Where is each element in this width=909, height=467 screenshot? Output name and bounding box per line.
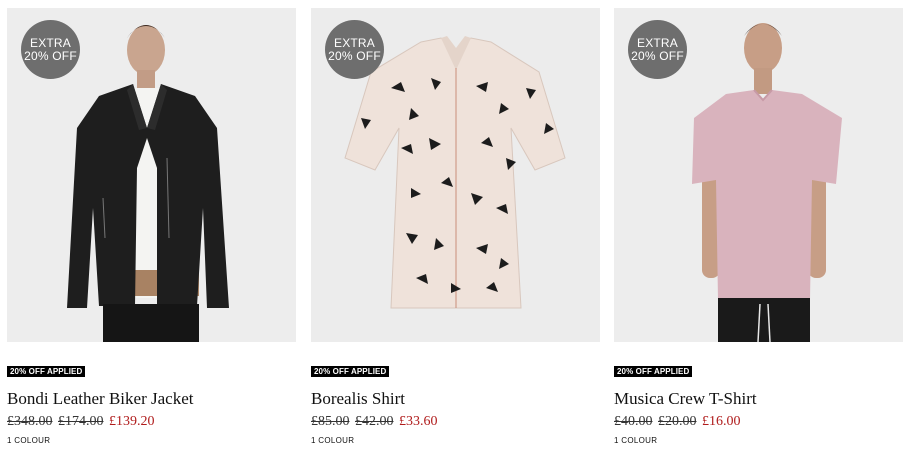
- original-price: £40.00: [614, 414, 653, 429]
- sale-price: £33.60: [399, 414, 438, 429]
- product-card[interactable]: EXTRA 20% OFF 20% OFF APPLIED Borealis S…: [311, 8, 600, 445]
- price-row: £348.00 £174.00 £139.20: [7, 414, 155, 430]
- badge-line-2: 20% OFF: [328, 48, 381, 63]
- previous-price: £20.00: [658, 414, 697, 429]
- price-row: £40.00 £20.00 £16.00: [614, 414, 741, 430]
- badge-line-1: EXTRA: [636, 35, 678, 50]
- badge-line-1: EXTRA: [29, 35, 71, 50]
- extra-discount-badge: EXTRA 20% OFF: [628, 20, 687, 79]
- colour-count: 1 COLOUR: [311, 436, 355, 445]
- product-image[interactable]: EXTRA 20% OFF: [311, 8, 600, 342]
- discount-applied-tag: 20% OFF APPLIED: [7, 366, 86, 377]
- previous-price: £42.00: [355, 414, 394, 429]
- discount-applied-tag: 20% OFF APPLIED: [311, 366, 390, 377]
- product-name[interactable]: Bondi Leather Biker Jacket: [7, 389, 193, 409]
- product-image[interactable]: EXTRA 20% OFF: [7, 8, 296, 342]
- extra-discount-badge: EXTRA 20% OFF: [21, 20, 80, 79]
- colour-count: 1 COLOUR: [614, 436, 658, 445]
- discount-applied-tag: 20% OFF APPLIED: [614, 366, 693, 377]
- product-card[interactable]: EXTRA 20% OFF 20% OFF APPLIED Bondi Leat…: [7, 8, 296, 445]
- original-price: £85.00: [311, 414, 350, 429]
- extra-discount-badge: EXTRA 20% OFF: [325, 20, 384, 79]
- product-image[interactable]: EXTRA 20% OFF: [614, 8, 903, 342]
- product-name[interactable]: Borealis Shirt: [311, 389, 405, 409]
- original-price: £348.00: [7, 414, 53, 429]
- badge-line-2: 20% OFF: [631, 48, 684, 63]
- colour-count: 1 COLOUR: [7, 436, 51, 445]
- price-row: £85.00 £42.00 £33.60: [311, 414, 438, 430]
- product-name[interactable]: Musica Crew T-Shirt: [614, 389, 757, 409]
- badge-line-2: 20% OFF: [24, 48, 77, 63]
- badge-line-1: EXTRA: [333, 35, 375, 50]
- sale-price: £139.20: [109, 414, 155, 429]
- sale-price: £16.00: [702, 414, 741, 429]
- product-card[interactable]: EXTRA 20% OFF 20% OFF APPLIED Musica Cre…: [614, 8, 903, 445]
- previous-price: £174.00: [58, 414, 104, 429]
